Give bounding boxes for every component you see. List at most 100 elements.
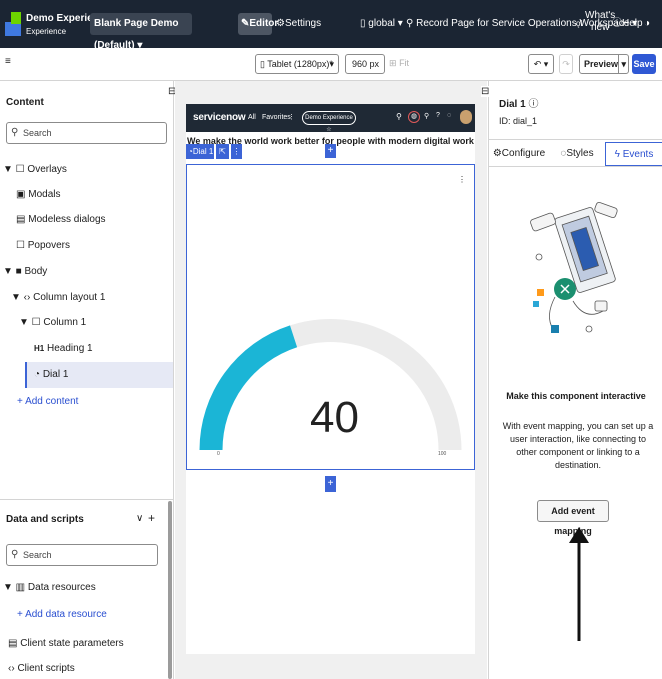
top-bar: Demo Experience Experience Blank Page De…	[0, 0, 662, 51]
search-icon[interactable]: ⚲	[424, 112, 429, 120]
dial-icon: ◔	[34, 369, 41, 380]
tree-item-column[interactable]: ▼ ☐ Column 1	[19, 315, 86, 331]
page-select[interactable]: Blank Page Demo (Default) ▾	[90, 13, 192, 51]
dial-component[interactable]: ⋮ 40 0 100	[186, 164, 475, 470]
content-search-input[interactable]: ⚲ Search	[6, 122, 167, 144]
tab-styles[interactable]: ◌Styles	[549, 142, 605, 166]
scrollbar[interactable]	[168, 501, 172, 679]
dial-tag-label: Dial 1	[192, 147, 214, 156]
whats-new-line1: What's	[585, 10, 616, 21]
width-input[interactable]: 960 px	[345, 54, 385, 74]
add-event-mapping-button[interactable]: Add event mapping	[537, 500, 609, 536]
config-panel: ⊟ Dial 1 ⓘ ID: dial_1 ⚙Configure ◌Styles…	[481, 81, 662, 679]
tree-item-popovers[interactable]: ☐ Popovers	[16, 238, 70, 254]
tree-item-client-scripts[interactable]: ‹› Client scripts	[8, 661, 75, 677]
whats-new-line2: new	[590, 22, 610, 33]
tree-label: Column 1	[43, 317, 87, 328]
tree-item-modeless-dialogs[interactable]: ▤ Modeless dialogs	[16, 212, 106, 228]
add-above-button[interactable]: +	[325, 144, 336, 158]
component-name: Dial 1 ⓘ	[499, 95, 538, 110]
move-handle-icon[interactable]: ⇱	[216, 144, 229, 159]
width-unit: px	[369, 59, 380, 69]
width-value: 960	[352, 59, 368, 69]
data-panel-title: Data and scripts	[6, 514, 84, 525]
tree-label: Heading 1	[47, 343, 93, 354]
popovers-icon: ☐	[16, 240, 25, 251]
tab-events[interactable]: ϟ Events	[605, 142, 662, 166]
fit-toggle[interactable]: ⊞ Fit	[389, 58, 409, 69]
fit-label: Fit	[399, 58, 410, 68]
settings-label: Settings	[284, 18, 322, 29]
add-data-resource-link[interactable]: + Add data resource	[17, 607, 107, 623]
nav-all[interactable]: All	[248, 114, 256, 121]
overlays-icon: ▼ ☐	[3, 164, 25, 175]
left-panel: Content ⊟ ⚲ Search ▼ ☐ Overlays ▣ Modals …	[0, 81, 176, 679]
editor-button[interactable]: ✎Editor	[238, 13, 278, 35]
tree-item-body[interactable]: ▼ ■ Body	[3, 264, 47, 280]
panel-divider	[0, 499, 174, 500]
experience-pill[interactable]: Demo Experience ☆	[302, 111, 356, 133]
tree-label: Data resources	[27, 582, 96, 593]
redo-button[interactable]: ↷	[559, 54, 573, 74]
bell-icon[interactable]: ◌	[447, 112, 451, 119]
tab-label: Styles	[566, 148, 594, 159]
tree-item-dial[interactable]: ◔ Dial 1	[34, 367, 68, 383]
selected-component-tag[interactable]: ◔Dial 1	[186, 144, 214, 159]
servicenow-nav-bar: servicenow All Favorites ⋮ Demo Experien…	[186, 104, 475, 133]
tab-configure[interactable]: ⚙Configure	[491, 142, 547, 166]
search-icon[interactable]: ⚲	[396, 112, 402, 121]
component-id: ID: dial_1	[499, 116, 538, 126]
tree-label: Modeless dialogs	[28, 214, 106, 225]
tree-label: Modals	[28, 189, 61, 200]
more-icon[interactable]: ⋮	[288, 113, 295, 121]
code-icon: ‹›	[8, 663, 15, 674]
chevron-down-icon[interactable]: ∨	[136, 513, 143, 524]
more-icon[interactable]: ⋮	[231, 144, 242, 159]
collapse-panel-icon[interactable]: ⊟	[481, 86, 490, 97]
help-button[interactable]: ⓘHelp	[612, 13, 643, 35]
column-icon: ▼ ☐	[19, 317, 41, 328]
save-button[interactable]: Save	[632, 54, 656, 74]
help-icon[interactable]: ?	[436, 112, 440, 119]
database-icon: ▼ ▥	[3, 582, 26, 593]
data-search-input[interactable]: ⚲ Search	[6, 544, 158, 566]
tab-label: Configure	[501, 148, 546, 159]
tree-item-overlays[interactable]: ▼ ☐ Overlays	[3, 162, 67, 178]
scope-select[interactable]: ▯ global ▾	[360, 13, 403, 35]
preview-button[interactable]: Preview ▾	[579, 54, 629, 74]
whats-new-button[interactable]: ǫl What's new	[576, 10, 616, 33]
nav-favorites[interactable]: Favorites	[262, 114, 291, 121]
client-state-icon: ▤	[8, 638, 18, 649]
undo-icon: ↶ ▾	[533, 59, 549, 69]
app-logo-icon	[5, 12, 21, 36]
theme-toggle-icon[interactable]: ◑	[644, 13, 650, 35]
info-icon[interactable]: ⓘ	[528, 99, 538, 110]
tree-label: Body	[24, 266, 48, 277]
device-select[interactable]: ▯ Tablet (1280px)* ▾	[255, 54, 339, 74]
body-icon: ▼ ■	[3, 266, 22, 277]
add-icon[interactable]: +	[148, 511, 155, 525]
tree-item-column-layout[interactable]: ▼ ‹› Column layout 1	[11, 290, 105, 306]
tree-item-data-resources[interactable]: ▼ ▥ Data resources	[3, 580, 96, 596]
tree-item-modals[interactable]: ▣ Modals	[16, 187, 60, 203]
tree-item-client-state[interactable]: ▤ Client state parameters	[8, 636, 124, 652]
avatar[interactable]	[460, 110, 472, 124]
globe-icon[interactable]: ◍	[408, 111, 420, 123]
tree-label: Client scripts	[17, 663, 75, 674]
settings-button[interactable]: ⚙Settings	[276, 13, 321, 35]
undo-button[interactable]: ↶ ▾	[528, 54, 554, 74]
add-below-button[interactable]: +	[325, 476, 336, 492]
column-layout-icon: ▼ ‹›	[11, 292, 31, 303]
content-search-placeholder: Search	[23, 128, 52, 138]
menu-icon[interactable]: ≡	[5, 56, 11, 67]
gear-icon: ⚙	[276, 18, 285, 29]
add-content-link[interactable]: + Add content	[17, 394, 78, 410]
arrow-up-icon	[569, 527, 589, 641]
chevron-down-icon: ▾	[397, 18, 403, 29]
editor-label: Editor	[249, 18, 279, 29]
chevron-down-icon: ▾	[618, 55, 626, 73]
search-icon: ⚲	[11, 127, 19, 138]
fit-icon: ⊞	[389, 58, 397, 68]
tree-item-heading[interactable]: H1 Heading 1	[34, 341, 93, 357]
editor-toolbar: ≡ ▯ Tablet (1280px)* ▾ 960 px ⊞ Fit ↶ ▾ …	[0, 48, 662, 81]
